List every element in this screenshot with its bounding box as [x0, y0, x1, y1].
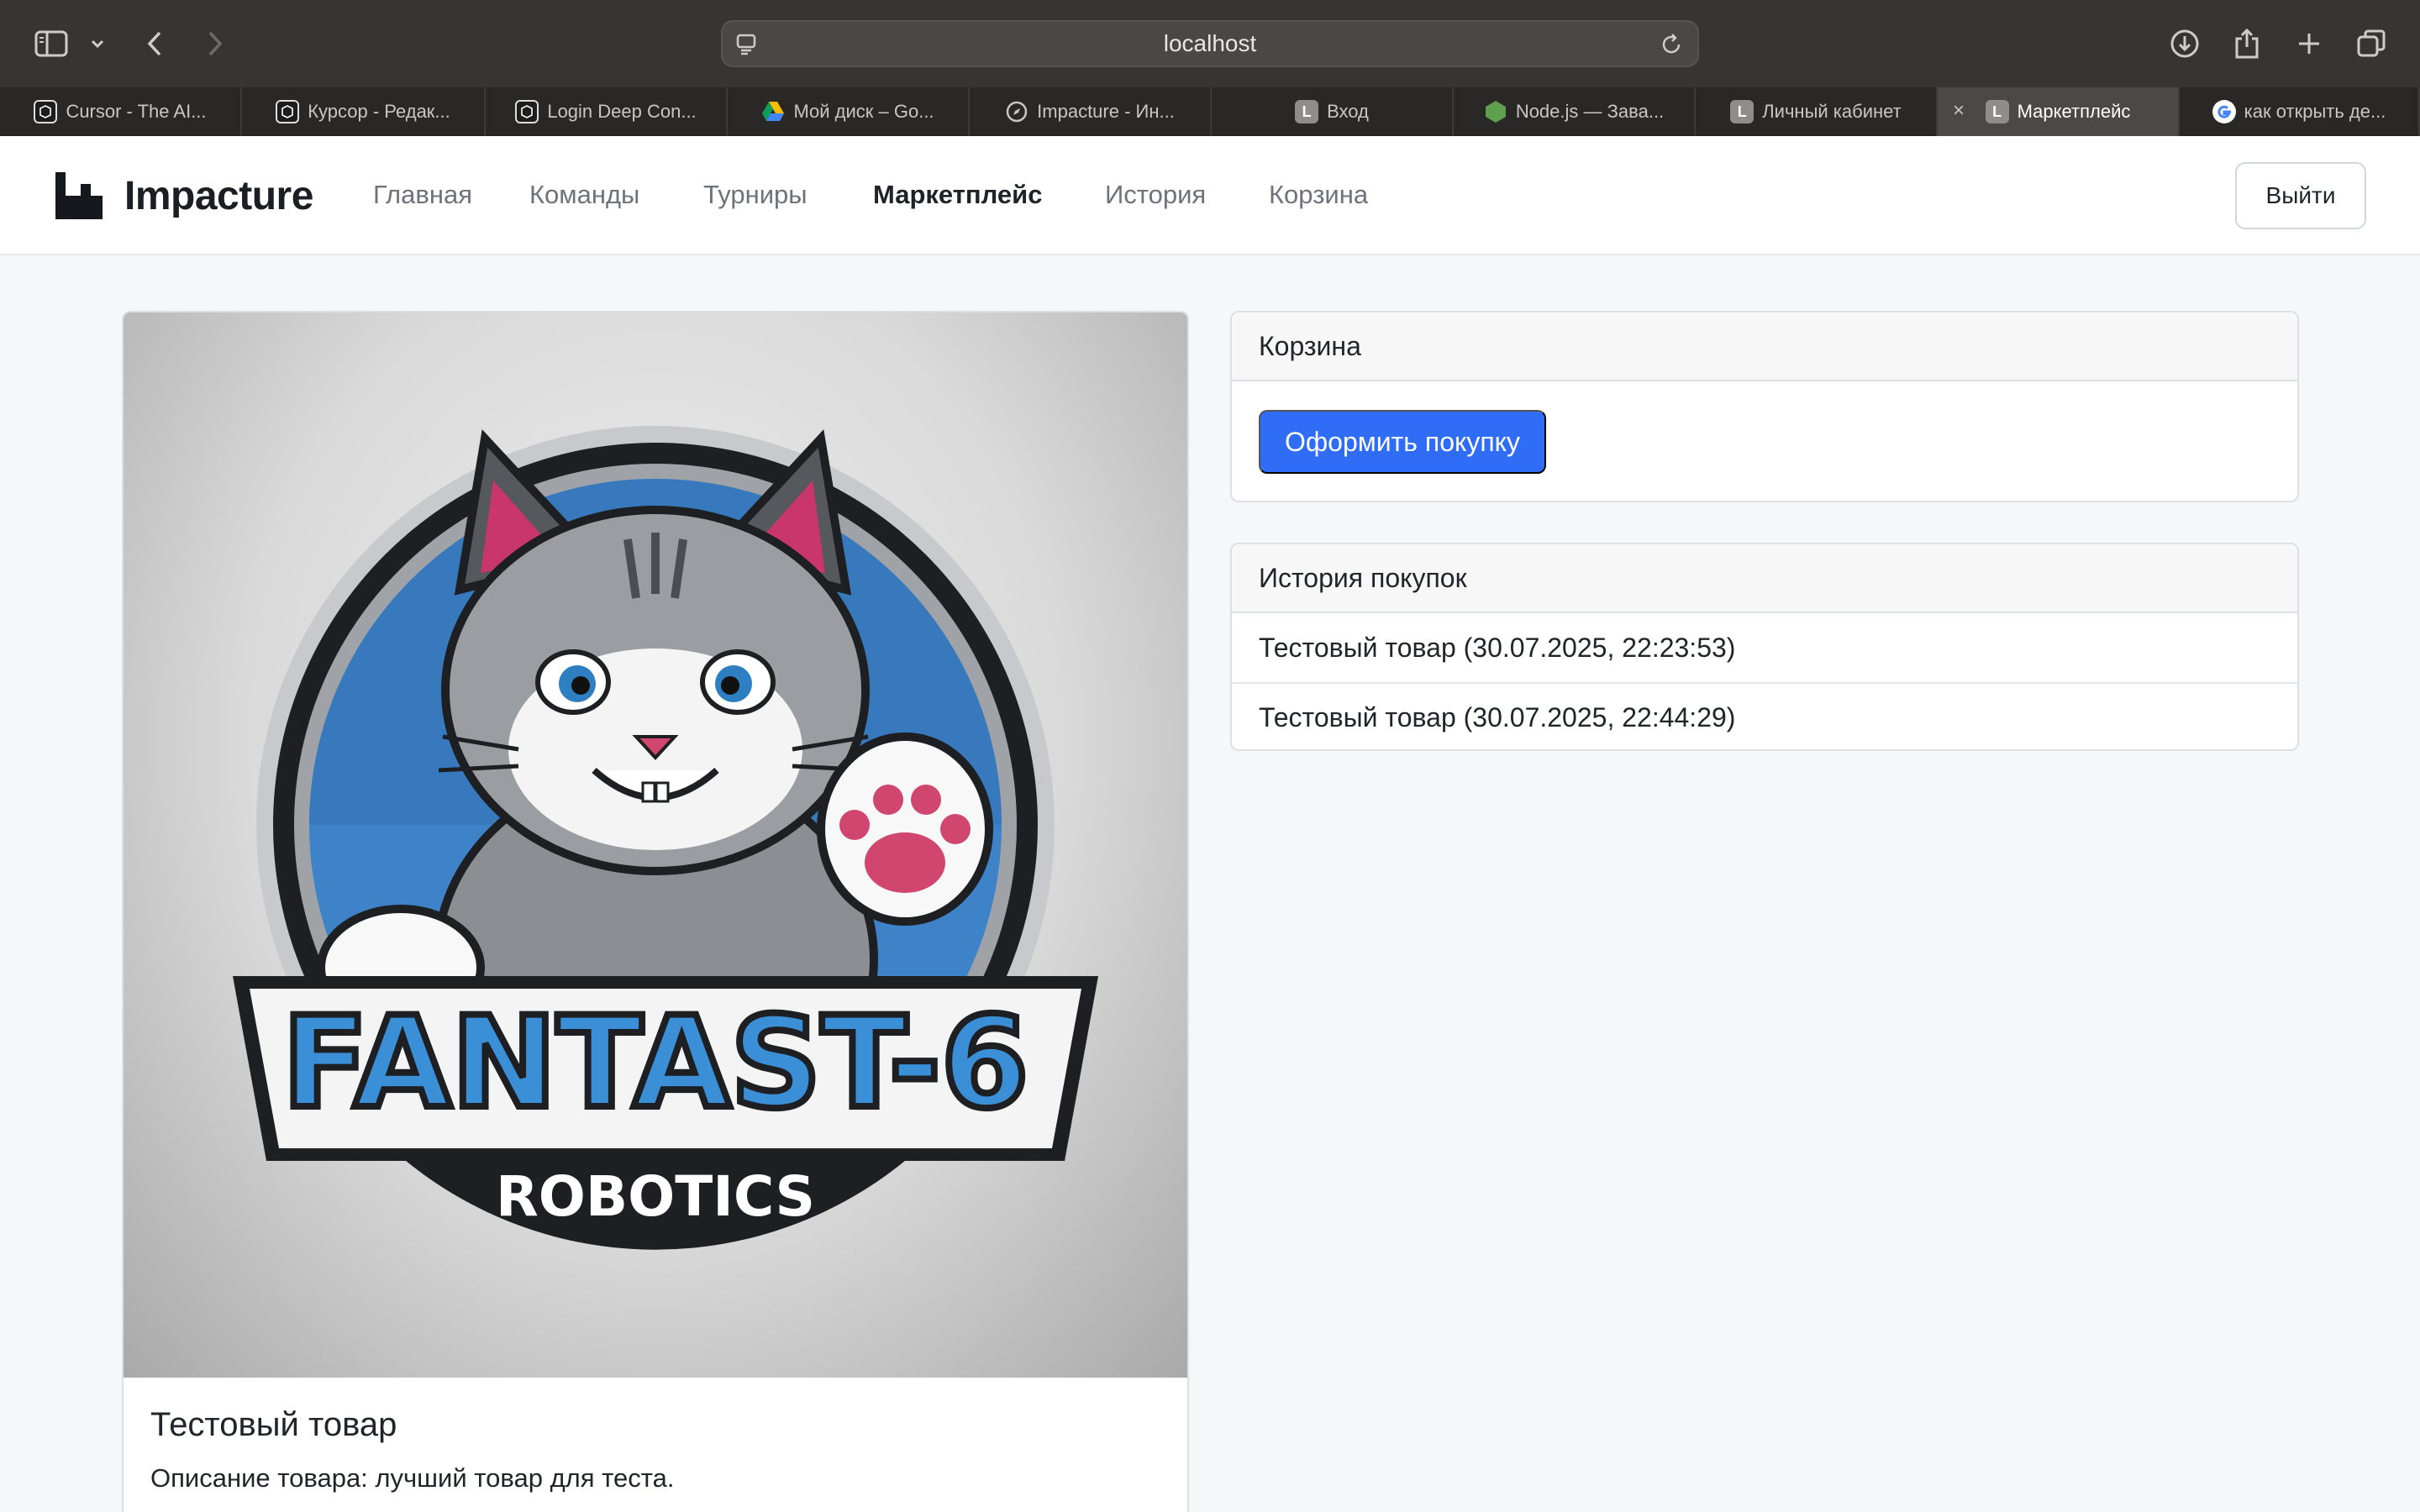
tab-label: Login Deep Con...	[547, 101, 697, 122]
nav-link-marketplace[interactable]: Маркетплейс	[873, 178, 1042, 212]
logo-text-sub: ROBOTICS	[496, 1164, 815, 1229]
site-navbar: Impacture Главная Команды Турниры Маркет…	[0, 136, 2420, 255]
plus-icon	[2299, 34, 2319, 54]
product-title: Тестовый товар	[150, 1406, 397, 1443]
browser-tab-active[interactable]: × L Маркетплейс	[1938, 87, 2180, 136]
tab-label: Вход	[1327, 101, 1369, 122]
product-card: FANTAST-6 ROBOTICS Тестовый товар Описан…	[122, 311, 1189, 1512]
history-header: История покупок	[1232, 544, 2297, 613]
logout-button[interactable]: Выйти	[2235, 162, 2366, 229]
close-tab-icon[interactable]: ×	[1953, 99, 1965, 123]
brand-link[interactable]: Impacture	[55, 168, 313, 223]
browser-toolbar: localhost	[0, 0, 2420, 87]
share-button[interactable]	[2230, 18, 2264, 69]
chevron-right-icon	[208, 31, 223, 56]
browser-tab[interactable]: L Личный кабинет	[1696, 87, 1938, 136]
brand-name: Impacture	[124, 173, 313, 218]
browser-tab[interactable]: Login Deep Con...	[486, 87, 728, 136]
browser-tab[interactable]: Impacture - Ин...	[970, 87, 1212, 136]
cart-header: Корзина	[1232, 312, 2297, 381]
back-button[interactable]	[139, 18, 170, 69]
cart-panel: Корзина Оформить покупку	[1230, 311, 2299, 502]
L-letter-icon: L	[1985, 100, 2009, 123]
nav-link-teams[interactable]: Команды	[529, 178, 639, 212]
L-letter-icon: L	[1730, 100, 1754, 123]
tab-label: Cursor - The AI...	[66, 101, 207, 122]
browser-tab[interactable]: как открыть де...	[2180, 87, 2420, 136]
browser-tab[interactable]: Мой диск – Go...	[728, 87, 970, 136]
browser-tab[interactable]: Cursor - The AI...	[0, 87, 242, 136]
nodejs-icon	[1484, 100, 1507, 123]
compass-icon	[1005, 100, 1028, 123]
tab-label: как открыть де...	[2244, 101, 2386, 122]
browser-tab[interactable]: L Вход	[1212, 87, 1454, 136]
tab-label: Маркетплейс	[2017, 101, 2131, 122]
nav-link-home[interactable]: Главная	[373, 178, 472, 212]
tab-group-dropdown[interactable]	[87, 18, 108, 69]
fantast6-robotics-logo: FANTAST-6 ROBOTICS	[233, 426, 1098, 1250]
cursor-icon	[515, 100, 539, 123]
history-item: Тестовый товар (30.07.2025, 22:23:53)	[1259, 632, 1736, 663]
product-image: FANTAST-6 ROBOTICS	[124, 312, 1187, 1378]
cursor-icon	[276, 100, 300, 123]
download-icon	[2170, 29, 2199, 58]
checkout-button[interactable]: Оформить покупку	[1259, 410, 1546, 474]
chevron-left-icon	[147, 31, 161, 56]
cursor-icon	[34, 100, 58, 123]
share-icon	[2235, 28, 2259, 59]
logo-text-main: FANTAST-6	[282, 990, 1029, 1137]
purchase-history-panel: История покупок Тестовый товар (30.07.20…	[1230, 543, 2299, 751]
tab-overview-icon	[2357, 29, 2386, 57]
impacture-logo-icon	[55, 172, 103, 219]
tab-overview-button[interactable]	[2354, 18, 2388, 69]
address-bar[interactable]: localhost	[721, 20, 1699, 67]
browser-tab[interactable]: Node.js — Зава...	[1454, 87, 1696, 136]
tab-label: Мой диск – Go...	[793, 101, 934, 122]
downloads-button[interactable]	[2166, 18, 2203, 69]
nav-link-cart[interactable]: Корзина	[1269, 178, 1368, 212]
sidebar-toggle-button[interactable]	[30, 18, 72, 69]
tab-bar: Cursor - The AI... Курсор - Редак... Log…	[0, 87, 2420, 136]
google-drive-icon	[761, 100, 785, 123]
tab-label: Курсор - Редак...	[308, 101, 450, 122]
tab-label: Личный кабинет	[1762, 101, 1902, 122]
reload-icon[interactable]	[1659, 32, 1684, 57]
google-icon	[2212, 100, 2236, 123]
new-tab-button[interactable]	[2292, 18, 2326, 69]
browser-tab[interactable]: Курсор - Редак...	[242, 87, 486, 136]
L-letter-icon: L	[1295, 100, 1319, 123]
tab-label: Impacture - Ин...	[1037, 101, 1175, 122]
history-item: Тестовый товар (30.07.2025, 22:44:29)	[1232, 682, 2297, 749]
tab-label: Node.js — Зава...	[1515, 101, 1665, 122]
history-list: Тестовый товар (30.07.2025, 22:23:53) Те…	[1232, 613, 2297, 749]
sidebar-icon	[34, 30, 68, 57]
forward-button[interactable]	[200, 18, 230, 69]
nav-link-tournaments[interactable]: Турниры	[703, 178, 808, 212]
nav-link-history[interactable]: История	[1105, 178, 1206, 212]
product-description: Описание товара: лучший товар для теста.	[150, 1463, 675, 1493]
url-text: localhost	[1163, 30, 1257, 56]
chevron-down-icon	[91, 39, 104, 49]
